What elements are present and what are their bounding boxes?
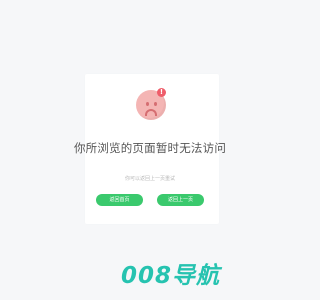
home-button[interactable]: 返回首页 [96,194,143,206]
right-eye-icon [154,102,157,106]
sad-face-icon: ! [132,86,174,128]
error-description: 你可以返回上一页重试 [124,176,175,182]
sad-mouth-icon [145,109,157,116]
left-eye-icon [146,102,149,106]
page-title: 你所浏览的页面暂时无法访问 [73,141,227,155]
brand-logo: 008导航 [121,263,221,289]
error-page: ! 你所浏览的页面暂时无法访问 你可以返回上一页重试 返回首页 返回上一页 00… [0,0,300,300]
back-button[interactable]: 返回上一页 [157,194,204,206]
alert-badge: ! [157,88,166,97]
